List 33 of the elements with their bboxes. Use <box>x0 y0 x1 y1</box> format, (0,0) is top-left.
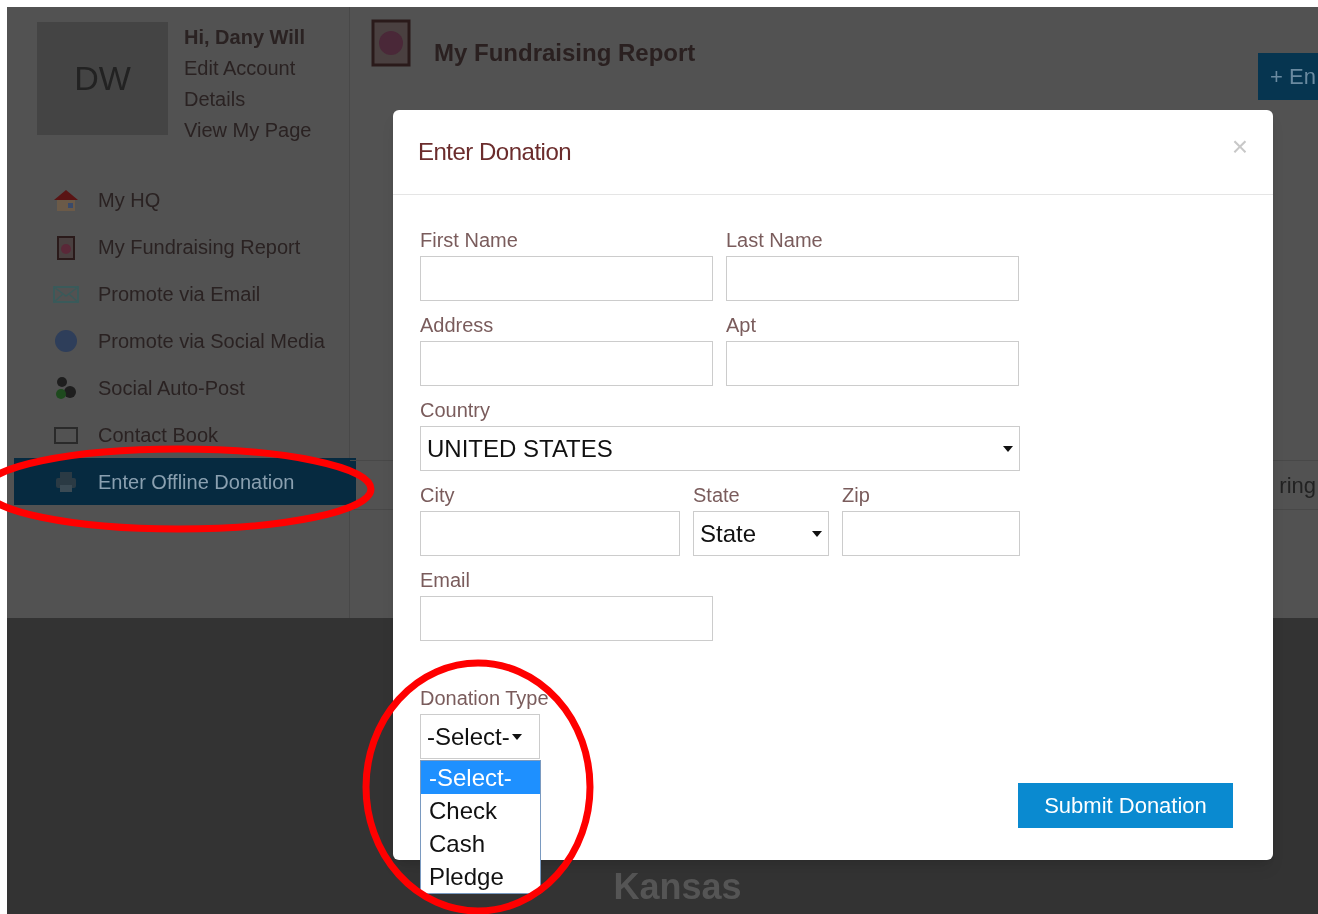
input-field[interactable] <box>420 511 680 556</box>
select-field[interactable]: -Select- <box>420 714 540 759</box>
input-field[interactable] <box>726 256 1019 301</box>
globe-icon <box>52 327 80 354</box>
dropdown-option[interactable]: Cash <box>421 827 540 860</box>
select-field[interactable]: UNITED STATES <box>420 426 1020 471</box>
dropdown-option[interactable]: Check <box>421 794 540 827</box>
field-label: Country <box>420 398 492 423</box>
field-label: Apt <box>726 313 758 338</box>
field-label: Zip <box>842 483 871 508</box>
dropdown-option[interactable]: -Select- <box>421 761 540 794</box>
field-label: First Name <box>420 228 519 253</box>
input-field[interactable] <box>420 256 713 301</box>
nav-item[interactable]: Enter Offline Donation <box>14 458 356 505</box>
modal-title: Enter Donation <box>418 137 572 167</box>
input-field[interactable] <box>842 511 1020 556</box>
field-label: Email <box>420 568 471 593</box>
caret-icon <box>812 530 822 537</box>
input-field[interactable] <box>420 341 713 386</box>
submit-button[interactable]: Submit Donation <box>1018 783 1233 828</box>
field-label: Address <box>420 313 495 338</box>
caret-icon <box>511 733 522 740</box>
field-label: Last Name <box>726 228 824 253</box>
dropdown-option[interactable]: Pledge <box>421 860 540 893</box>
add-button[interactable]: + En <box>1258 53 1318 100</box>
caret-icon <box>1003 445 1013 452</box>
close-button[interactable]: × <box>1231 126 1248 168</box>
field-label: Donation Type <box>420 686 550 711</box>
input-field[interactable] <box>420 596 713 641</box>
input-field[interactable] <box>726 341 1019 386</box>
field-label: City <box>420 483 456 508</box>
field-label: State <box>693 483 741 508</box>
select-field[interactable]: State <box>693 511 829 556</box>
